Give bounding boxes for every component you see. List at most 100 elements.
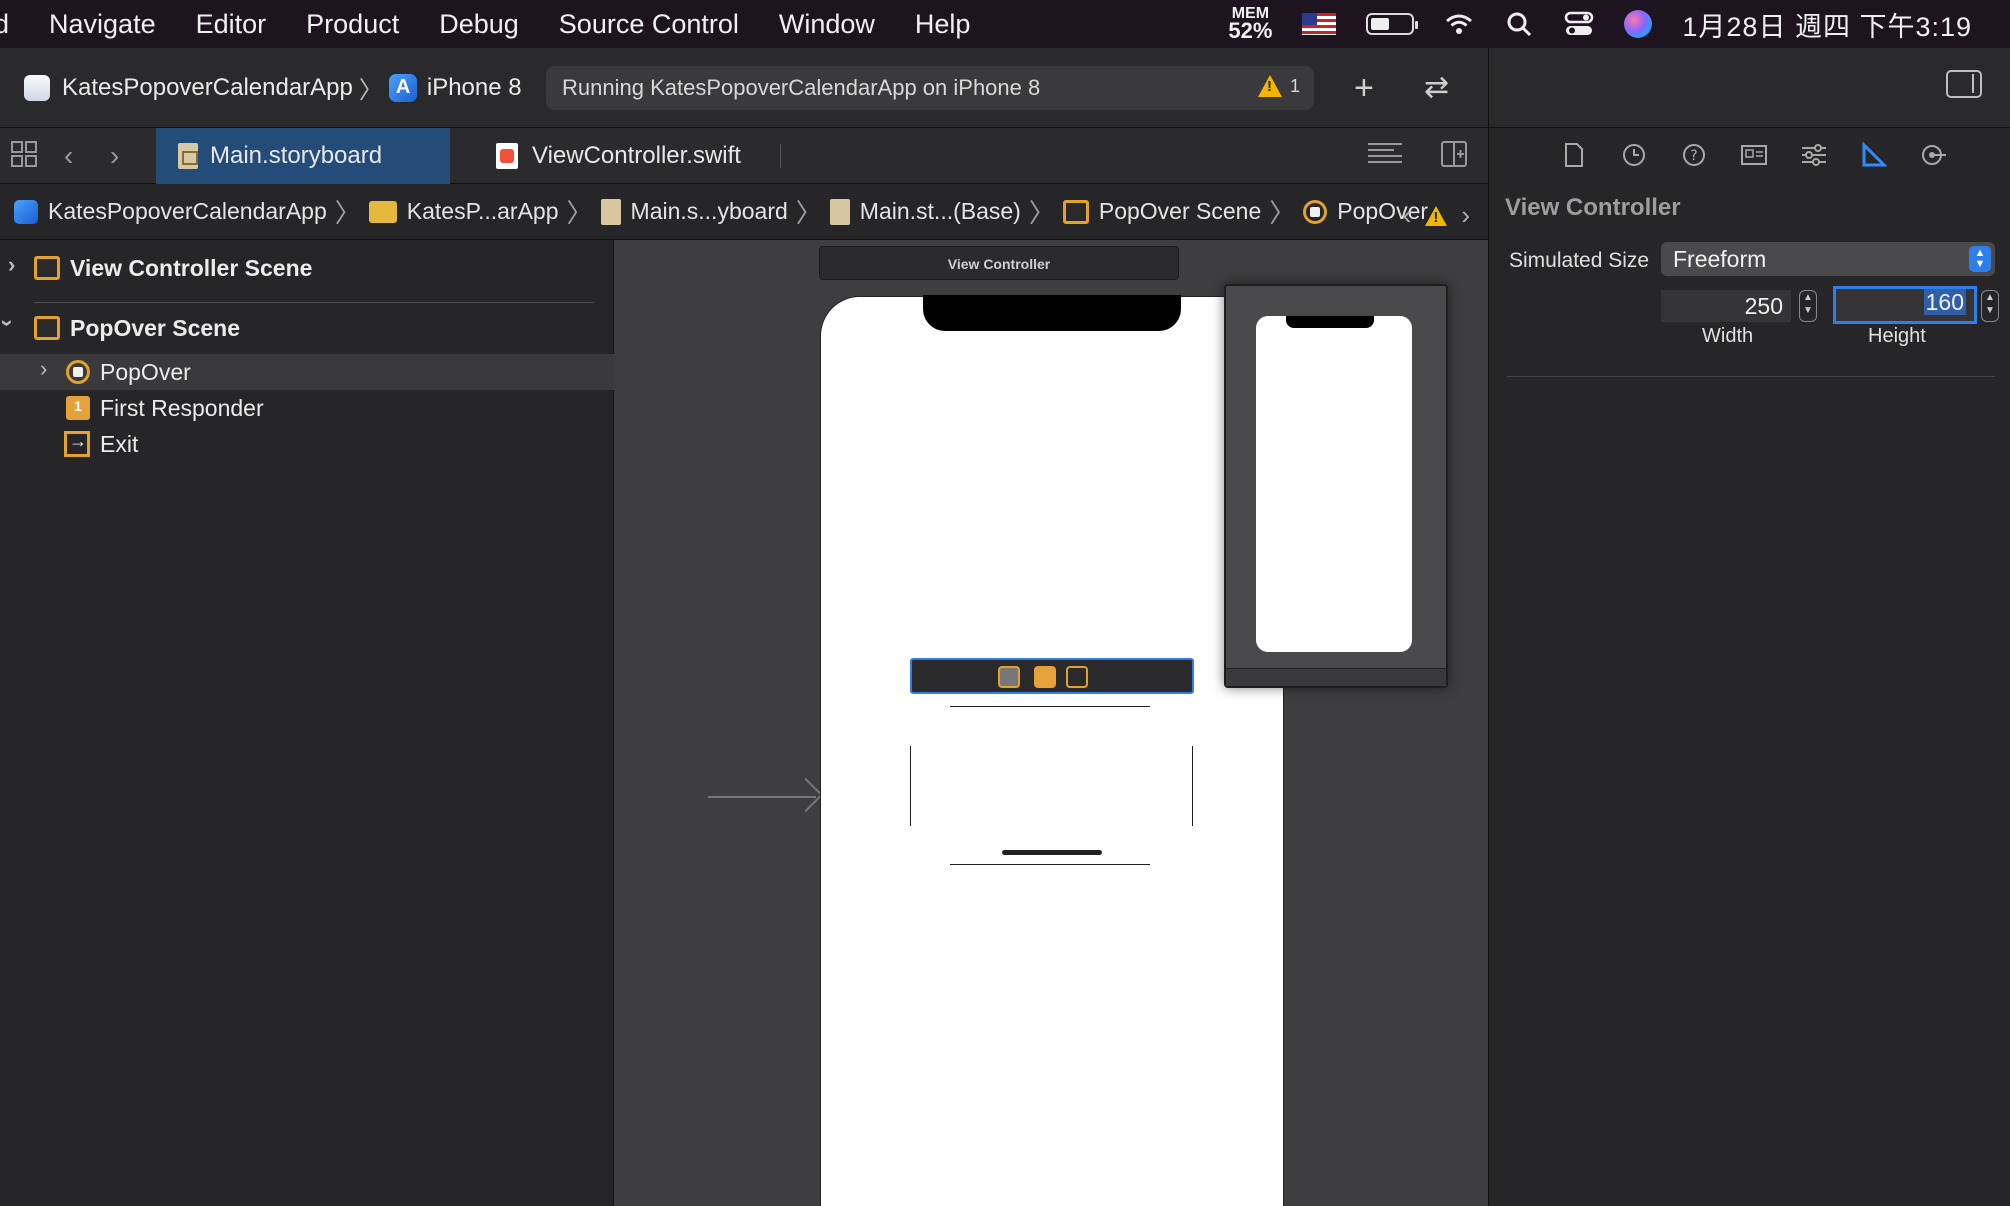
popover-bottom-bar	[1226, 668, 1446, 686]
popover-scene-view[interactable]	[910, 704, 1194, 888]
tab-viewcontroller-swift[interactable]: ViewController.swift	[474, 128, 763, 184]
simulated-size-value: Freeform	[1673, 246, 1767, 272]
siri-icon[interactable]	[1624, 10, 1653, 38]
menu-item-help[interactable]: Help	[895, 9, 991, 40]
warning-count: 1	[1289, 75, 1300, 96]
editor-tab-bar: ‹ › Main.storyboard ViewController.swift	[0, 128, 1488, 184]
scene-title-bar[interactable]: View Controller	[819, 246, 1179, 280]
back-chevron-icon[interactable]: ‹	[64, 140, 73, 172]
outline-row-popover-scene[interactable]: › PopOver Scene	[0, 310, 240, 346]
chevron-right-icon: 〉	[566, 198, 593, 228]
swift-file-icon	[496, 143, 518, 169]
jumpbar-item-storyboard[interactable]: Main.s...yboard 〉	[600, 193, 830, 230]
simulator-device-icon	[388, 73, 417, 102]
jumpbar-item-base[interactable]: Main.st...(Base) 〉	[829, 193, 1063, 230]
menu-clock[interactable]: 1月28日 週四 下午3:19	[1682, 5, 1972, 44]
width-caption: Width	[1702, 325, 1754, 347]
editor-options-lines-icon[interactable]	[1366, 138, 1404, 175]
identity-inspector-icon[interactable]	[1739, 140, 1769, 170]
entry-point-arrow-icon[interactable]	[708, 796, 816, 798]
history-inspector-icon[interactable]	[1619, 140, 1649, 170]
project-icon	[14, 199, 38, 224]
width-field[interactable]: 250	[1661, 290, 1791, 322]
scheme-device[interactable]: iPhone 8	[427, 74, 522, 102]
search-icon[interactable]	[1504, 9, 1534, 39]
height-stepper[interactable]: ▲ ▼	[1981, 290, 1999, 322]
forward-chevron-icon[interactable]: ›	[110, 140, 119, 172]
device-preview-popover[interactable]	[1224, 284, 1448, 688]
status-menus: MEM 52% 1月28日 週四 下午3:19	[1228, 0, 2010, 48]
chevron-right-icon: 〉	[358, 77, 383, 104]
connections-inspector-icon[interactable]	[1919, 140, 1949, 170]
jumpbar-item-scene[interactable]: PopOver Scene 〉	[1062, 193, 1303, 230]
menu-item-editor[interactable]: Editor	[176, 9, 287, 40]
jumpbar-issue-nav: ‹ ›	[1403, 200, 1470, 231]
quick-help-icon[interactable]: ?	[1679, 140, 1709, 170]
add-library-button[interactable]: +	[1354, 68, 1374, 108]
outline-divider	[34, 302, 594, 303]
menu-item-window[interactable]: Window	[759, 9, 895, 40]
chevron-right-icon: 〉	[795, 198, 822, 228]
simulated-size-popup[interactable]: Freeform ▲ ▼	[1661, 242, 1995, 276]
jumpbar-item-folder[interactable]: KatesP...arApp 〉	[368, 193, 601, 230]
outline-label: Exit	[100, 430, 139, 457]
file-inspector-icon[interactable]	[1559, 140, 1589, 170]
control-center-icon[interactable]	[1564, 9, 1594, 39]
size-inspector-ruler-icon[interactable]	[1859, 140, 1889, 170]
outline-row-view-controller-scene[interactable]: › View Controller Scene	[0, 250, 312, 286]
us-flag-icon[interactable]	[1302, 13, 1337, 35]
menu-item-product[interactable]: Product	[286, 9, 419, 40]
svg-text:?: ?	[1690, 148, 1697, 164]
next-issue-chevron-icon[interactable]: ›	[1461, 200, 1470, 231]
scheme-app-name: KatesPopoverCalendarApp	[62, 73, 353, 101]
disclosure-down-icon[interactable]: ›	[0, 319, 21, 326]
xcode-window: d Navigate Editor Product Debug Source C…	[0, 0, 2010, 1206]
width-stepper[interactable]: ▲ ▼	[1799, 290, 1817, 322]
scheme-selector[interactable]: KatesPopoverCalendarApp 〉 iPhone 8	[24, 70, 522, 105]
tab-main-storyboard[interactable]: Main.storyboard	[156, 128, 450, 184]
related-items-grid-icon[interactable]	[10, 140, 38, 175]
code-review-toggle-icon[interactable]: ⇄	[1424, 68, 1449, 108]
wifi-icon[interactable]	[1444, 9, 1474, 39]
warning-icon[interactable]	[1425, 205, 1448, 226]
home-indicator	[1002, 850, 1102, 855]
outline-row-exit[interactable]: Exit	[0, 426, 138, 462]
outline-label: First Responder	[100, 394, 264, 421]
attributes-inspector-icon[interactable]	[1799, 140, 1829, 170]
outline-row-popover[interactable]: › PopOver	[0, 354, 614, 390]
inspector-tabs: ?	[1488, 128, 2010, 184]
add-editor-split-icon[interactable]	[1440, 140, 1468, 175]
first-responder-cube-icon[interactable]	[1034, 666, 1056, 688]
menu-item-xcode[interactable]: d	[0, 9, 29, 40]
height-field[interactable]: 160	[1833, 286, 1977, 324]
memory-status[interactable]: MEM 52%	[1228, 5, 1272, 42]
popover-scene-dock[interactable]	[910, 658, 1194, 694]
storyboard-canvas[interactable]: View Controller	[614, 240, 1488, 1206]
inspector-panel-toggle-icon[interactable]	[1946, 70, 1982, 98]
inspector-section-title: View Controller	[1505, 194, 1681, 221]
view-controller-icon[interactable]	[998, 666, 1020, 688]
menu-item-source-control[interactable]: Source Control	[539, 9, 759, 40]
jumpbar-item-project[interactable]: KatesPopoverCalendarApp 〉	[14, 193, 369, 230]
disclosure-right-icon[interactable]: ›	[40, 356, 47, 382]
battery-icon[interactable]	[1366, 13, 1419, 35]
warning-indicator[interactable]: 1	[1257, 75, 1300, 97]
menu-item-debug[interactable]: Debug	[419, 9, 539, 40]
size-inspector: View Controller Simulated Size Freeform …	[1488, 184, 2010, 1206]
jump-bar: KatesPopoverCalendarApp 〉 KatesP...arApp…	[0, 184, 1488, 240]
chevron-right-icon: 〉	[334, 198, 361, 228]
exit-icon[interactable]	[1066, 666, 1088, 688]
outline-label: View Controller Scene	[70, 254, 313, 281]
disclosure-right-icon[interactable]: ›	[8, 252, 15, 278]
tab-label: ViewController.swift	[532, 142, 741, 169]
chevron-right-icon: 〉	[1028, 198, 1055, 228]
previous-issue-chevron-icon[interactable]: ‹	[1403, 200, 1412, 231]
view-right-edge	[1192, 746, 1193, 826]
scene-icon	[34, 316, 60, 340]
folder-icon	[368, 200, 397, 223]
menu-item-navigate[interactable]: Navigate	[29, 9, 176, 40]
outline-row-first-responder[interactable]: First Responder	[0, 390, 264, 426]
view-controller-icon	[66, 360, 90, 384]
storyboard-file-icon	[600, 198, 621, 225]
first-responder-cube-icon	[66, 396, 90, 420]
